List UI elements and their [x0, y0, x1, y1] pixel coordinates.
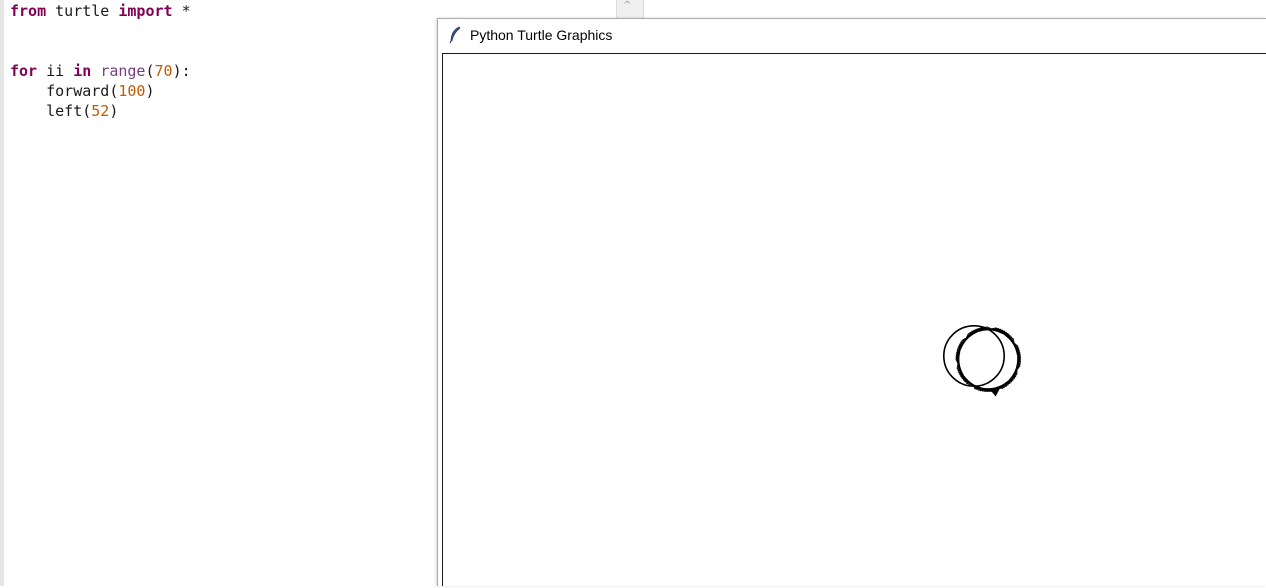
turtle-graphics-window[interactable]: Python Turtle Graphics	[437, 18, 1266, 586]
code-token: 70	[154, 62, 173, 80]
window-titlebar[interactable]: Python Turtle Graphics	[438, 19, 1266, 51]
feather-icon	[449, 26, 461, 44]
code-token: range	[100, 62, 146, 80]
code-token: turtle	[46, 2, 119, 20]
code-line[interactable]: from turtle import *	[10, 1, 191, 21]
code-line[interactable]	[10, 21, 191, 41]
code-token: 52	[91, 102, 110, 120]
code-token: (	[145, 62, 155, 80]
turtle-inner-ring	[942, 324, 1006, 388]
code-text[interactable]: from turtle import * for ii in range(70)…	[10, 1, 191, 121]
code-token: )	[109, 102, 119, 120]
code-token: for	[10, 62, 38, 80]
turtle-canvas[interactable]	[442, 53, 1266, 586]
code-line[interactable]: forward(100)	[10, 81, 191, 101]
code-token: in	[73, 62, 92, 80]
code-token: 100	[118, 82, 146, 100]
chevron-up-icon: ^	[623, 0, 632, 11]
code-line[interactable]: for ii in range(70):	[10, 61, 191, 81]
code-token: from	[10, 2, 47, 20]
code-token: ):	[172, 62, 191, 80]
window-title: Python Turtle Graphics	[470, 27, 613, 43]
code-line[interactable]: left(52)	[10, 101, 191, 121]
code-token: left(	[10, 102, 92, 120]
code-token: )	[145, 82, 155, 100]
code-token: forward(	[10, 82, 119, 100]
code-token: *	[172, 2, 191, 20]
turtle-drawing	[942, 324, 1022, 397]
editor-scroll-up[interactable]: ^	[616, 0, 644, 18]
code-token: ii	[37, 62, 74, 80]
code-line[interactable]	[10, 41, 191, 61]
code-token: import	[118, 2, 173, 20]
